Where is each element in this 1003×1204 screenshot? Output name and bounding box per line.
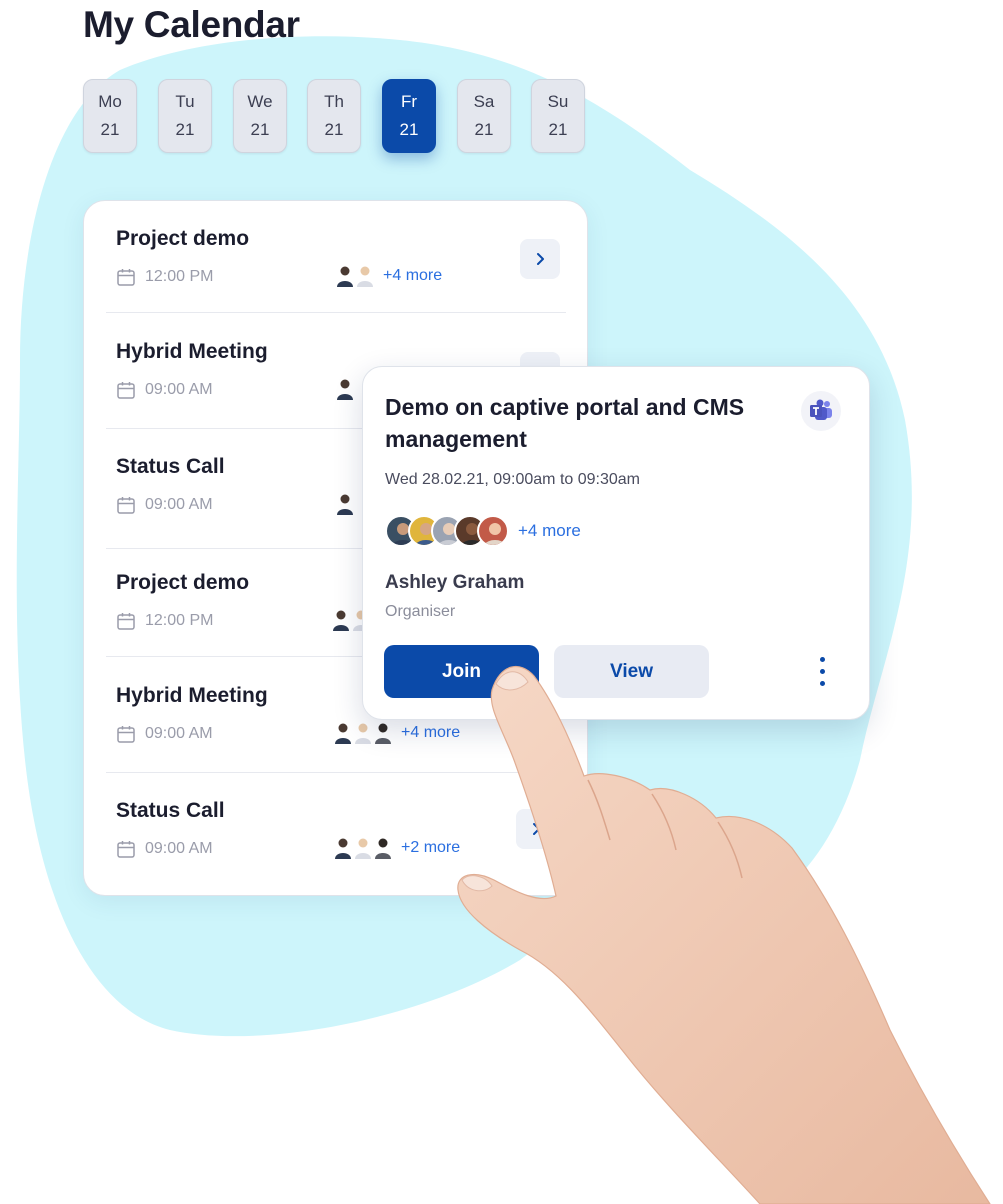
- day-date: 21: [474, 120, 494, 139]
- calendar-icon: [117, 382, 135, 399]
- popup-attendee-avatars[interactable]: +4 more: [385, 515, 581, 547]
- event-time: 09:00 AM: [145, 840, 213, 857]
- day-name: Mo: [98, 92, 122, 111]
- avatar: [375, 838, 391, 859]
- event-time: 12:00 PM: [145, 612, 214, 629]
- popup-datetime: Wed 28.02.21, 09:00am to 09:30am: [385, 471, 640, 488]
- calendar-icon: [117, 497, 135, 514]
- attendee-avatars[interactable]: [336, 493, 356, 515]
- event-time: 09:00 AM: [145, 496, 213, 513]
- day-name: Tu: [175, 92, 195, 111]
- avatar: [355, 838, 371, 859]
- chevron-right-icon: [533, 823, 540, 835]
- divider: [106, 312, 566, 313]
- kebab-dot: [819, 668, 825, 674]
- event-title: Project demo: [116, 571, 250, 594]
- day-date: 21: [548, 120, 568, 139]
- avatar: [337, 266, 353, 287]
- more-vertical-icon: [819, 656, 825, 662]
- day-fr-selected[interactable]: Fr 21: [382, 79, 436, 153]
- more-attendees-link[interactable]: +2 more: [401, 839, 460, 857]
- kebab-dot: [819, 680, 825, 686]
- day-name: Fr: [400, 92, 418, 111]
- organiser-name: Ashley Graham: [385, 572, 525, 593]
- event-time-row: 09:00 AM: [116, 380, 213, 400]
- event-title: Project demo: [116, 227, 250, 250]
- calendar-icon: [117, 269, 135, 286]
- avatar: [357, 266, 373, 287]
- avatar: [337, 379, 353, 400]
- popup-event-title: Demo on captive portal and CMS managemen…: [385, 394, 745, 452]
- more-attendees-link[interactable]: +4 more: [401, 724, 460, 742]
- event-title: Status Call: [116, 799, 225, 822]
- attendee-avatars[interactable]: +4 more: [336, 265, 442, 287]
- attendee-avatars[interactable]: +4 more: [334, 722, 460, 744]
- avatar: [335, 838, 351, 859]
- day-name: We: [247, 92, 273, 111]
- event-time-row: 09:00 AM: [116, 839, 213, 859]
- event-time: 12:00 PM: [145, 268, 214, 285]
- event-time-row: 09:00 AM: [116, 495, 213, 515]
- avatar: [333, 610, 349, 631]
- day-mo[interactable]: Mo 21: [83, 79, 137, 153]
- teams-button[interactable]: [801, 391, 841, 431]
- avatar: [375, 723, 391, 744]
- event-time-row: 09:00 AM: [116, 724, 213, 744]
- avatar: [335, 723, 351, 744]
- join-button[interactable]: Join: [384, 645, 539, 698]
- event-time: 09:00 AM: [145, 725, 213, 742]
- day-date: 21: [399, 120, 419, 139]
- avatar: [337, 494, 353, 515]
- day-date: 21: [100, 120, 120, 139]
- attendee-avatars[interactable]: [336, 378, 356, 400]
- calendar-icon: [117, 841, 135, 858]
- event-title: Hybrid Meeting: [116, 340, 268, 363]
- day-su[interactable]: Su 21: [531, 79, 585, 153]
- day-we[interactable]: We 21: [233, 79, 287, 153]
- chevron-right-icon: [537, 253, 544, 265]
- calendar-icon: [117, 726, 135, 743]
- day-date: 21: [175, 120, 195, 139]
- event-time-row: 12:00 PM: [116, 267, 213, 287]
- more-options-button[interactable]: [809, 653, 835, 689]
- page-title: My Calendar: [83, 4, 300, 45]
- attendee-avatars[interactable]: +2 more: [334, 837, 460, 859]
- event-item[interactable]: Status Call 09:00 AM +2 more: [84, 773, 587, 883]
- open-event-button[interactable]: [520, 239, 560, 279]
- day-name: Su: [547, 92, 569, 111]
- day-th[interactable]: Th 21: [307, 79, 361, 153]
- day-date: 21: [250, 120, 270, 139]
- event-detail-popup: Demo on captive portal and CMS managemen…: [362, 366, 870, 720]
- day-tu[interactable]: Tu 21: [158, 79, 212, 153]
- more-attendees-link[interactable]: +4 more: [383, 267, 442, 285]
- more-attendees-link[interactable]: +4 more: [518, 521, 581, 541]
- week-day-selector: Mo 21 Tu 21 We 21 Th 21 Fr 21 Sa 21 Su 21: [83, 79, 586, 153]
- event-time-row: 12:00 PM: [116, 611, 213, 631]
- view-button[interactable]: View: [554, 645, 709, 698]
- day-sa[interactable]: Sa 21: [457, 79, 511, 153]
- avatar: [355, 723, 371, 744]
- organiser-role: Organiser: [385, 603, 456, 620]
- calendar-icon: [117, 613, 135, 630]
- microsoft-teams-icon: [810, 399, 832, 420]
- day-date: 21: [324, 120, 344, 139]
- event-item[interactable]: Project demo 12:00 PM +4 more: [84, 201, 587, 311]
- avatar: [477, 515, 509, 547]
- event-time: 09:00 AM: [145, 381, 213, 398]
- day-name: Th: [324, 92, 344, 111]
- event-title: Hybrid Meeting: [116, 684, 268, 707]
- event-title: Status Call: [116, 455, 225, 478]
- day-name: Sa: [473, 92, 495, 111]
- open-event-button[interactable]: [516, 809, 556, 849]
